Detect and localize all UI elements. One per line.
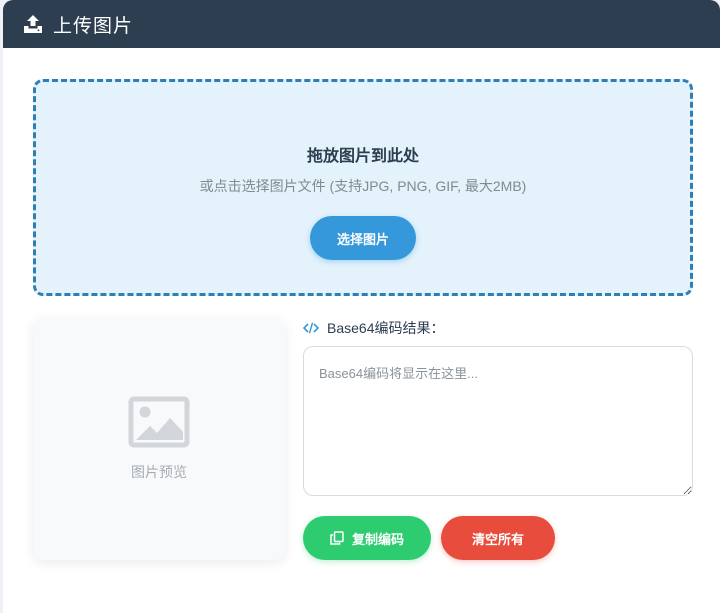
copy-code-label: 复制编码 [351,531,404,547]
card-header: 上传图片 [3,0,720,48]
select-image-button[interactable]: 选择图片 [310,216,416,260]
drop-zone[interactable]: 拖放图片到此处 或点击选择图片文件 (支持JPG, PNG, GIF, 最大2M… [33,79,693,296]
copy-code-button[interactable]: 复制编码 [303,516,431,560]
preview-placeholder-text: 图片预览 [131,464,187,480]
page-title: 上传图片 [53,15,134,37]
image-icon [128,396,190,448]
result-label: Base64编码结果： [303,318,444,338]
upload-card: 上传图片 拖放图片到此处 或点击选择图片文件 (支持JPG, PNG, GIF,… [3,0,720,613]
copy-icon [330,531,344,545]
result-label-text: Base64编码结果： [327,320,445,336]
base64-output-textarea[interactable] [303,346,693,496]
drop-zone-subtitle: 或点击选择图片文件 (支持JPG, PNG, GIF, 最大2MB) [199,178,527,194]
drop-zone-title: 拖放图片到此处 [306,148,419,165]
image-preview: 图片预览 [33,318,285,560]
clear-all-button[interactable]: 清空所有 [441,516,555,560]
code-icon [303,322,319,334]
upload-icon [23,14,43,34]
